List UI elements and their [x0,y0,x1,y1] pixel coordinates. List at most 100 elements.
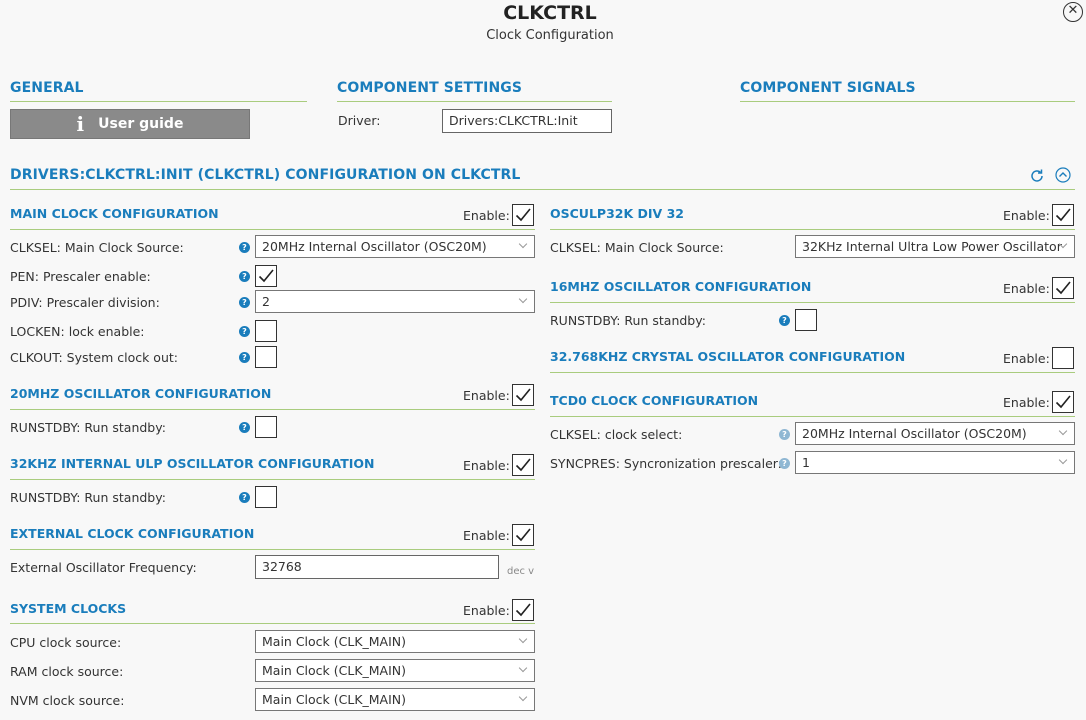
nvm-clock-value: Main Clock (CLK_MAIN) [262,692,407,707]
help-icon[interactable]: ? [239,242,250,253]
tcd0-syncpres-select[interactable]: 1 [795,451,1075,474]
main-clksel-label: CLKSEL: Main Clock Source: [10,240,184,255]
clkout-checkbox[interactable] [255,346,277,368]
cpu-clock-label: CPU clock source: [10,635,122,650]
tcd0-enable-label: Enable: [1003,395,1050,410]
main-clock-enable-checkbox[interactable] [512,204,534,226]
main-clock-divider [10,229,535,230]
osc20m-title: 20MHZ OSCILLATOR CONFIGURATION [10,386,272,401]
osc20m-enable-checkbox[interactable] [512,384,534,406]
osculp-enable-label: Enable: [1003,208,1050,223]
nvm-clock-label: NVM clock source: [10,693,125,708]
checkmark-icon [1055,208,1071,222]
tcd0-clksel-value: 20MHz Internal Oscillator (OSC20M) [802,426,1027,441]
close-icon[interactable]: ✕ [1063,2,1083,22]
driver-field[interactable]: Drivers:CLKCTRL:Init [442,109,612,133]
osc16m-runstdby-checkbox[interactable] [795,309,817,331]
osc20m-runstdby-label: RUNSTDBY: Run standby: [10,420,166,435]
osc20m-enable-label: Enable: [463,388,510,403]
tcd0-title: TCD0 CLOCK CONFIGURATION [550,393,759,408]
component-signals-divider [740,101,1075,102]
general-title: GENERAL [10,80,84,96]
ext-freq-unit[interactable]: dec v [507,566,534,577]
ext-freq-label: External Oscillator Frequency: [10,560,197,575]
help-icon[interactable]: ? [239,422,250,433]
chevron-down-icon [518,663,528,673]
sys-clocks-divider [10,623,535,624]
ram-clock-label: RAM clock source: [10,664,124,679]
help-icon[interactable]: ? [779,458,790,469]
page-subtitle: Clock Configuration [486,28,614,43]
component-settings-title: COMPONENT SETTINGS [337,80,523,96]
xosc32k-enable-checkbox[interactable] [1052,347,1074,369]
ram-clock-value: Main Clock (CLK_MAIN) [262,663,407,678]
main-clock-enable-label: Enable: [463,208,510,223]
help-icon[interactable]: ? [779,315,790,326]
ext-clock-enable-label: Enable: [463,528,510,543]
osc16m-enable-checkbox[interactable] [1052,277,1074,299]
chevron-down-icon [1058,455,1068,465]
help-icon[interactable]: ? [239,271,250,282]
nvm-clock-select[interactable]: Main Clock (CLK_MAIN) [255,688,535,711]
cpu-clock-select[interactable]: Main Clock (CLK_MAIN) [255,630,535,653]
tcd0-divider [550,416,1075,417]
help-icon[interactable]: ? [239,492,250,503]
tcd0-clksel-select[interactable]: 20MHz Internal Oscillator (OSC20M) [795,422,1075,445]
xosc32k-title: 32.768KHZ CRYSTAL OSCILLATOR CONFIGURATI… [550,349,906,364]
chevron-down-icon [518,634,528,644]
sys-clocks-enable-checkbox[interactable] [512,599,534,621]
osc32k-enable-checkbox[interactable] [512,454,534,476]
tcd0-syncpres-label: SYNCPRES: Syncronization prescaler: [550,456,782,471]
checkmark-icon [515,528,531,542]
pdiv-select[interactable]: 2 [255,290,535,313]
checkmark-icon [258,269,274,283]
cpu-clock-value: Main Clock (CLK_MAIN) [262,634,407,649]
checkmark-icon [1055,395,1071,409]
component-signals-title: COMPONENT SIGNALS [740,80,916,96]
page-title: CLKCTRL [503,2,597,24]
xosc32k-enable-label: Enable: [1003,351,1050,366]
ext-clock-enable-checkbox[interactable] [512,524,534,546]
pdiv-label: PDIV: Prescaler division: [10,295,160,310]
help-icon[interactable]: ? [779,429,790,440]
main-clksel-select[interactable]: 20MHz Internal Oscillator (OSC20M) [255,235,535,258]
osc32k-runstdby-label: RUNSTDBY: Run standby: [10,490,166,505]
ext-clock-divider [10,549,535,550]
osculp-clksel-select[interactable]: 32KHz Internal Ultra Low Power Oscillato… [795,235,1075,258]
refresh-icon[interactable] [1028,167,1046,185]
general-divider [10,101,307,102]
checkmark-icon [515,388,531,402]
checkmark-icon [515,208,531,222]
osculp-clksel-label: CLKSEL: Main Clock Source: [550,240,724,255]
osc16m-divider [550,302,1075,303]
tcd0-enable-checkbox[interactable] [1052,391,1074,413]
info-icon: i [76,112,85,136]
osc20m-runstdby-checkbox[interactable] [255,416,277,438]
help-icon[interactable]: ? [239,352,250,363]
ram-clock-select[interactable]: Main Clock (CLK_MAIN) [255,659,535,682]
pen-checkbox[interactable] [255,265,277,287]
osc16m-enable-label: Enable: [1003,281,1050,296]
help-icon[interactable]: ? [239,326,250,337]
locken-checkbox[interactable] [255,320,277,342]
component-settings-divider [337,101,612,102]
osculp-title: OSCULP32K DIV 32 [550,206,684,221]
user-guide-label: User guide [98,116,184,132]
osculp-enable-checkbox[interactable] [1052,204,1074,226]
osc32k-title: 32KHZ INTERNAL ULP OSCILLATOR CONFIGURAT… [10,456,375,471]
sys-clocks-enable-label: Enable: [463,603,510,618]
osc20m-divider [10,409,535,410]
ext-freq-input[interactable]: 32768 [255,555,499,579]
checkmark-icon [515,603,531,617]
ext-clock-title: EXTERNAL CLOCK CONFIGURATION [10,526,255,541]
osc32k-runstdby-checkbox[interactable] [255,486,277,508]
checkmark-icon [1055,281,1071,295]
locken-label: LOCKEN: lock enable: [10,324,145,339]
clkout-label: CLKOUT: System clock out: [10,350,178,365]
osculp-clksel-value: 32KHz Internal Ultra Low Power Oscillato… [802,239,1062,254]
help-icon[interactable]: ? [239,297,250,308]
driver-label: Driver: [338,113,381,128]
collapse-icon[interactable] [1054,166,1072,184]
tcd0-clksel-label: CLKSEL: clock select: [550,427,683,442]
user-guide-button[interactable]: i User guide [10,109,250,139]
